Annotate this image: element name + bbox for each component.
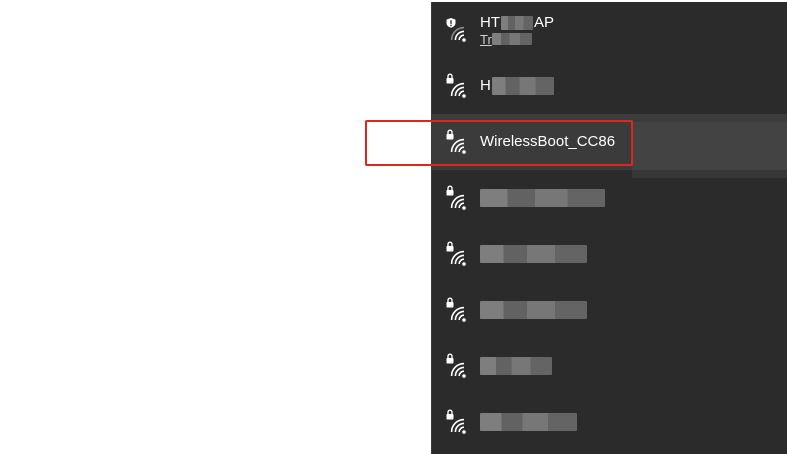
lock-wifi-signal-icon bbox=[446, 129, 466, 154]
network-label: WirelessBoot_CC86 bbox=[480, 133, 615, 151]
network-ssid bbox=[480, 245, 587, 263]
redacted-block bbox=[480, 301, 587, 319]
network-label: H bbox=[480, 77, 554, 95]
network-item[interactable]: H bbox=[432, 58, 787, 114]
shield-wifi-signal-icon bbox=[446, 18, 466, 42]
network-item[interactable] bbox=[432, 394, 787, 450]
ssid-text: HT bbox=[480, 13, 500, 31]
network-list: HT AP Tr H WirelessBoot_CC86 bbox=[432, 2, 787, 450]
network-item[interactable] bbox=[432, 226, 787, 282]
network-ssid bbox=[480, 301, 587, 319]
redacted-block bbox=[480, 413, 577, 431]
network-item-selected[interactable]: WirelessBoot_CC86 bbox=[432, 114, 787, 170]
lock-wifi-signal-icon bbox=[446, 297, 466, 322]
screen: HT AP Tr H WirelessBoot_CC86 bbox=[0, 0, 787, 454]
redacted-block bbox=[491, 33, 532, 45]
redacted-block bbox=[501, 15, 533, 30]
lock-wifi-signal-icon bbox=[446, 353, 466, 378]
redacted-block bbox=[480, 245, 587, 263]
subtitle-text: Tr bbox=[480, 31, 492, 47]
lock-wifi-signal-icon bbox=[446, 185, 466, 210]
lock-wifi-signal-icon bbox=[446, 409, 466, 434]
network-label bbox=[480, 245, 587, 263]
network-ssid: H bbox=[480, 77, 554, 95]
network-label bbox=[480, 189, 605, 207]
network-subtitle: Tr bbox=[480, 32, 554, 47]
network-ssid: WirelessBoot_CC86 bbox=[480, 133, 616, 150]
lock-wifi-signal-icon bbox=[446, 241, 466, 266]
network-item[interactable] bbox=[432, 338, 787, 394]
redacted-block bbox=[480, 189, 605, 207]
network-item[interactable]: HT AP Tr bbox=[432, 2, 787, 58]
network-label bbox=[480, 301, 587, 319]
network-item[interactable] bbox=[432, 170, 787, 226]
network-item[interactable] bbox=[432, 282, 787, 338]
network-ssid: HT AP bbox=[480, 14, 554, 32]
network-label bbox=[480, 413, 577, 431]
ssid-text-tail: AP bbox=[534, 13, 555, 31]
redacted-block bbox=[491, 77, 554, 95]
ssid-text: H bbox=[480, 77, 491, 94]
network-ssid bbox=[480, 189, 605, 207]
network-ssid bbox=[480, 413, 577, 431]
redacted-block bbox=[480, 357, 552, 375]
lock-wifi-signal-icon bbox=[446, 73, 466, 98]
network-label bbox=[480, 357, 552, 375]
network-ssid bbox=[480, 357, 552, 375]
network-label: HT AP Tr bbox=[480, 14, 554, 47]
wifi-network-flyout: HT AP Tr H WirelessBoot_CC86 bbox=[431, 2, 787, 454]
